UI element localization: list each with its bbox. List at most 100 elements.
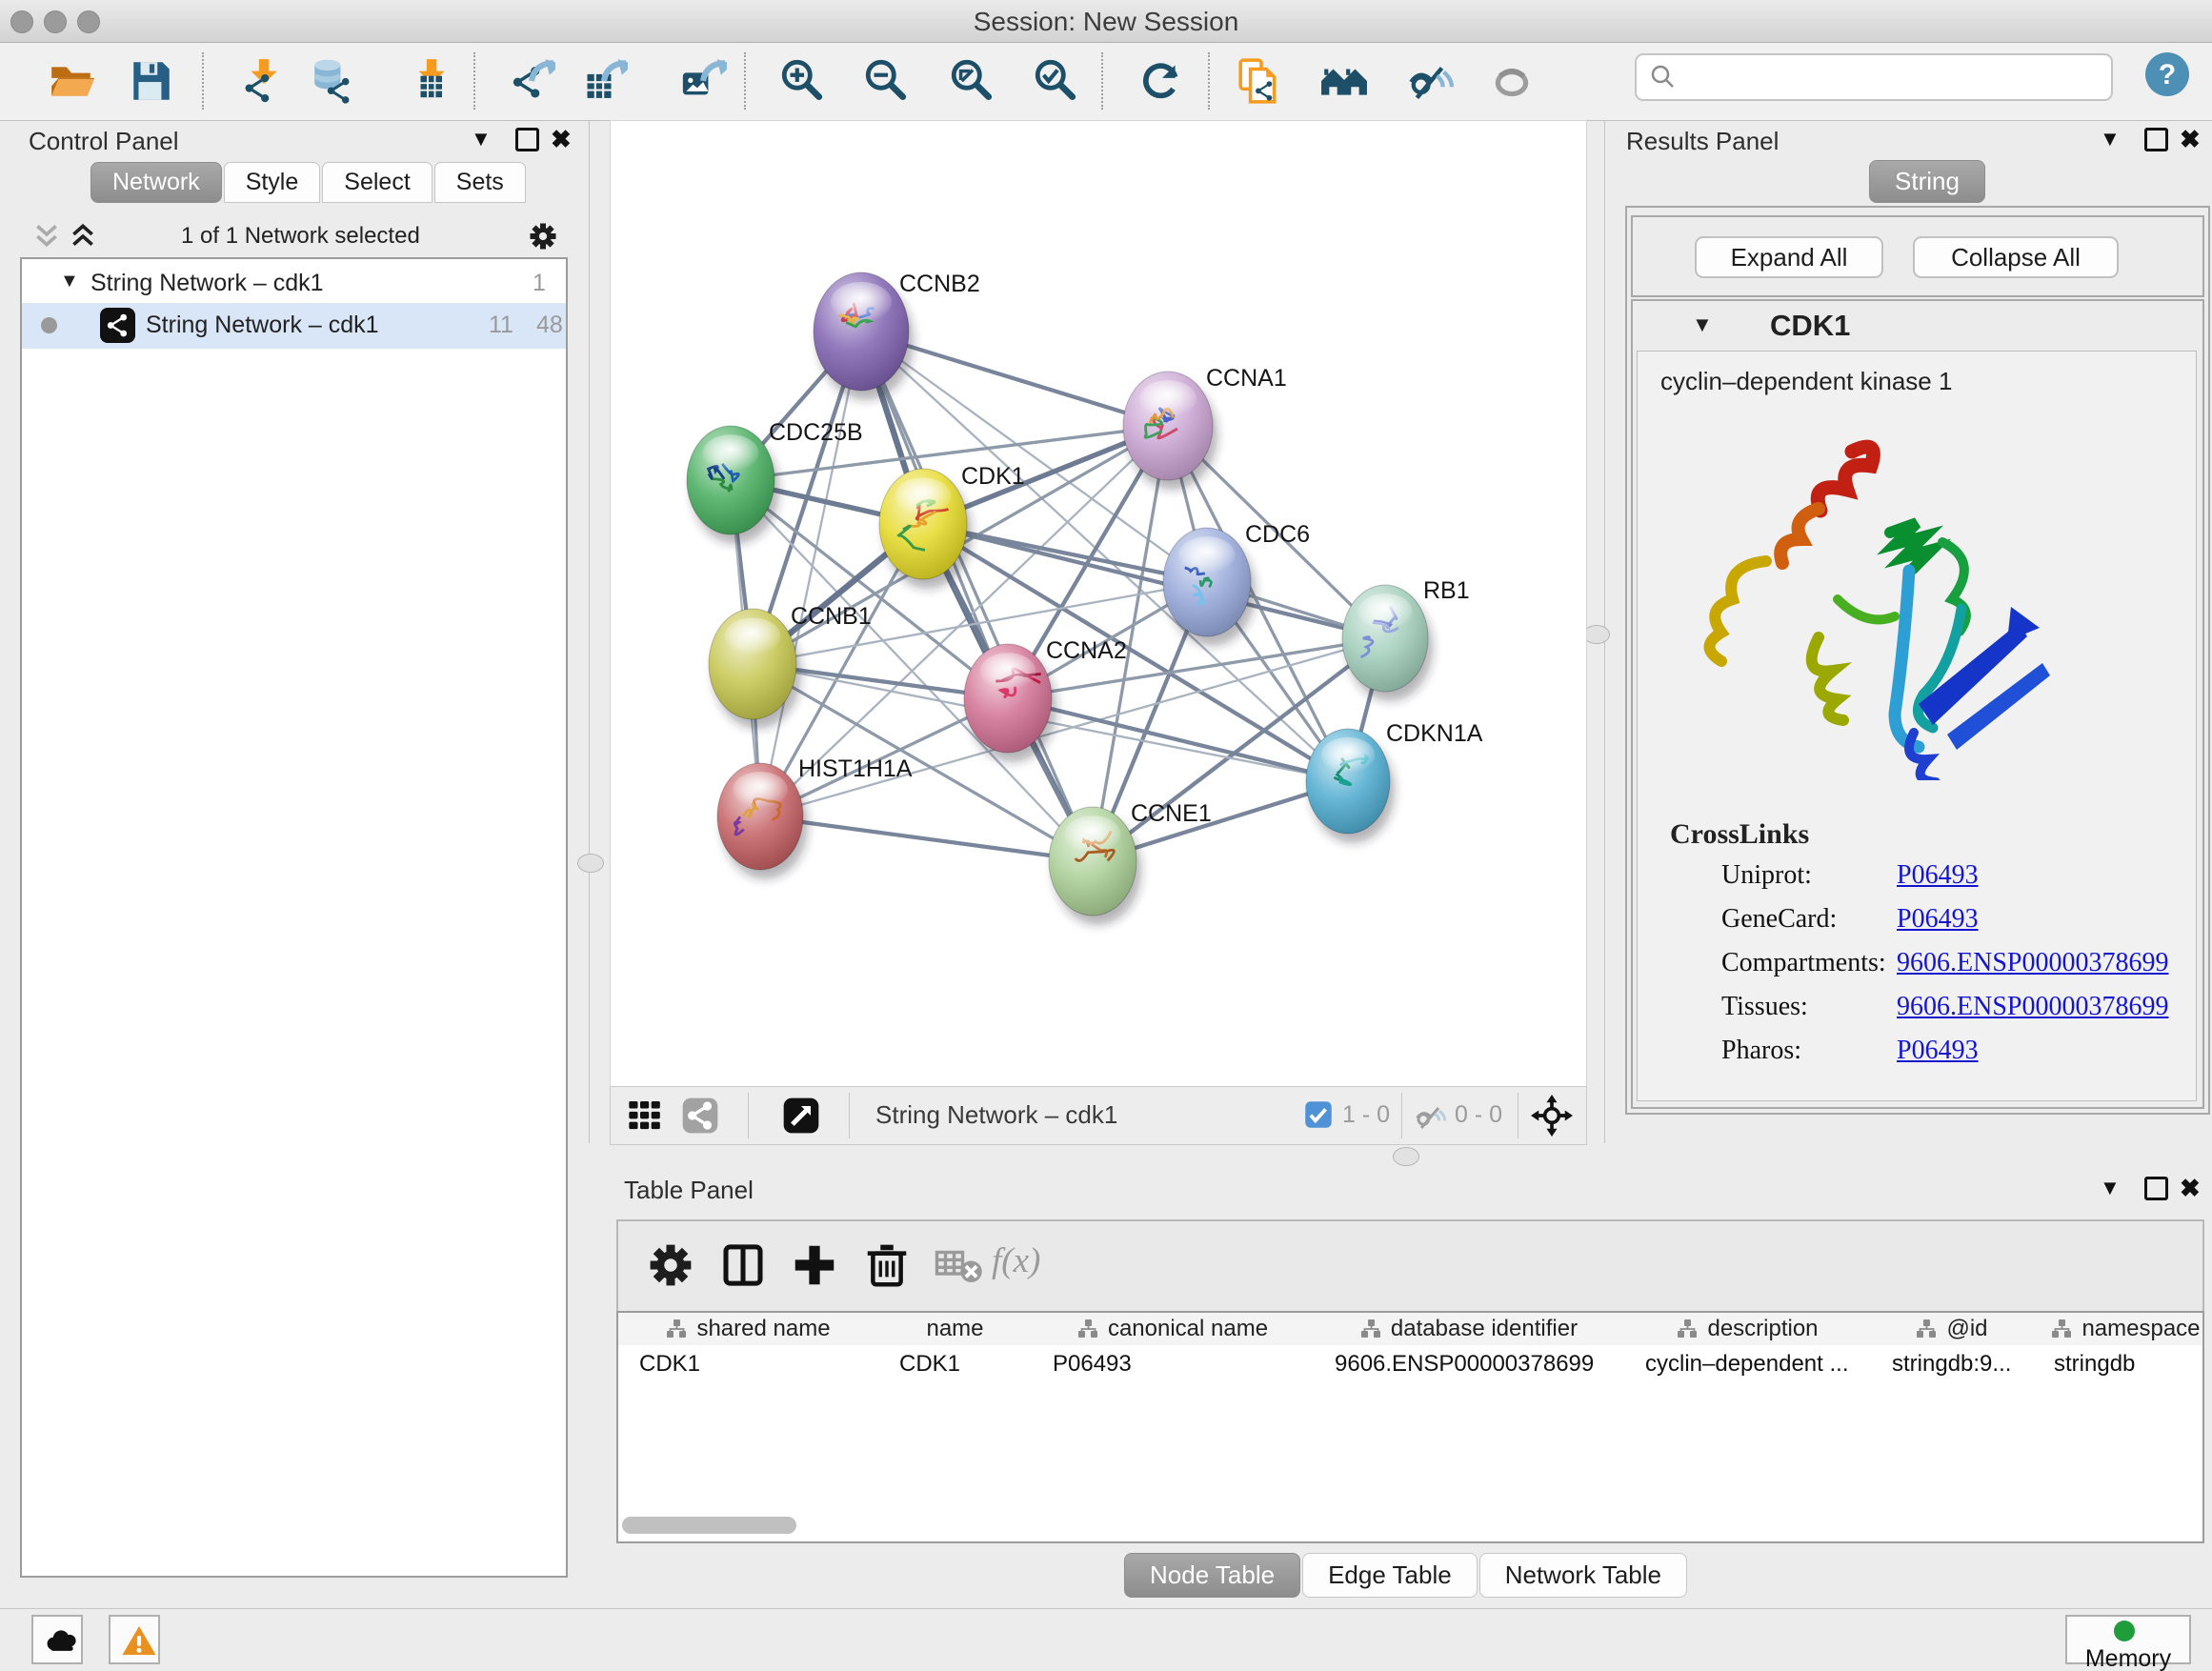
results-panel-menu-icon[interactable]: ▼ (2100, 127, 2121, 151)
expand-all-button[interactable]: Expand All (1695, 236, 1883, 278)
export-table-button[interactable] (578, 55, 630, 107)
node-CCNA2[interactable]: CCNA2 (964, 637, 1127, 762)
help-button[interactable]: ? (2145, 52, 2189, 96)
zoom-selected-button[interactable] (1030, 55, 1081, 107)
node-CDC6[interactable]: CDC6 (1163, 521, 1310, 646)
refresh-button[interactable] (1136, 55, 1187, 107)
copy-document-button[interactable] (1235, 55, 1286, 107)
hidden-eye-slash-icon[interactable] (1413, 1099, 1447, 1138)
node-CCNB1[interactable]: CCNB1 (709, 603, 872, 729)
add-column-icon[interactable] (783, 1238, 838, 1294)
crosslink-value-link[interactable]: P06493 (1897, 904, 1979, 935)
save-session-button[interactable] (126, 55, 177, 107)
node-CDK1[interactable]: CDK1 (879, 463, 1025, 589)
left-splitter-handle[interactable] (577, 854, 604, 873)
tab-string[interactable]: String (1869, 160, 1985, 203)
collapse-all-groups-icon[interactable] (32, 221, 61, 254)
table-panel-menu-icon[interactable]: ▼ (2100, 1176, 2121, 1200)
table-cell[interactable]: 9606.ENSP00000378699 (1314, 1345, 1624, 1383)
zoom-fit-button[interactable] (946, 55, 997, 107)
open-session-button[interactable] (46, 55, 97, 107)
function-builder-icon[interactable]: f(x) (992, 1240, 1040, 1281)
network-options-gear-icon[interactable] (526, 219, 560, 258)
right-splitter-handle[interactable] (1583, 625, 1610, 644)
share-view-icon[interactable] (681, 1097, 719, 1139)
column-header-canonical-name[interactable]: canonical name (1032, 1313, 1315, 1345)
entry-collapse-icon[interactable]: ▼ (1692, 312, 1713, 337)
show-columns-icon[interactable] (712, 1238, 767, 1294)
delete-column-trash-icon[interactable] (855, 1238, 911, 1294)
crosslink-value-link[interactable]: 9606.ENSP00000378699 (1897, 992, 2168, 1022)
tab-network[interactable]: Network (90, 162, 222, 203)
warning-button[interactable] (109, 1615, 160, 1664)
memory-button[interactable]: Memory (2065, 1615, 2191, 1664)
column-header-@id[interactable]: @id (1871, 1313, 2034, 1345)
node-CCNE1[interactable]: CCNE1 (1049, 800, 1212, 925)
node-CCNB2[interactable]: CCNB2 (814, 271, 980, 400)
table-settings-gear-icon[interactable] (639, 1238, 694, 1294)
import-table-button[interactable] (404, 55, 455, 107)
edge-CCNB2-HIST1H1A[interactable] (760, 332, 861, 816)
control-panel-close-icon[interactable]: ✖ (551, 125, 572, 154)
edge-HIST1H1A-CCNE1[interactable] (760, 816, 1093, 861)
network-canvas[interactable]: CCNB2CCNA1CDC25BCDK1CDC6RB1CCNB1CCNA2CDK… (610, 120, 1587, 1088)
node-table[interactable]: shared namenamecanonical namedatabase id… (616, 1311, 2204, 1543)
table-panel-close-icon[interactable]: ✖ (2180, 1174, 2201, 1203)
crosslink-value-link[interactable]: 9606.ENSP00000378699 (1897, 948, 2168, 978)
column-header-database-identifier[interactable]: database identifier (1314, 1313, 1625, 1345)
string-home-button[interactable] (1318, 55, 1370, 107)
control-panel-float-icon[interactable] (515, 128, 539, 151)
column-header-shared-name[interactable]: shared name (618, 1313, 879, 1345)
table-cell[interactable]: CDK1 (618, 1345, 878, 1383)
delete-table-icon[interactable] (927, 1238, 982, 1294)
string-network-graph[interactable]: CCNB2CCNA1CDC25BCDK1CDC6RB1CCNB1CCNA2CDK… (611, 121, 1586, 1087)
column-header-name[interactable]: name (878, 1313, 1033, 1345)
tab-edge-table[interactable]: Edge Table (1302, 1553, 1478, 1598)
node-RB1[interactable]: RB1 (1342, 577, 1470, 701)
zoom-out-button[interactable] (860, 55, 912, 107)
tab-sets[interactable]: Sets (434, 162, 526, 203)
show-panel-button[interactable] (1486, 55, 1538, 107)
results-panel-float-icon[interactable] (2144, 128, 2168, 151)
table-cell[interactable]: P06493 (1032, 1345, 1314, 1383)
table-cell[interactable]: cyclin–dependent ... (1624, 1345, 1871, 1383)
crosslink-value-link[interactable]: P06493 (1897, 860, 1979, 891)
control-panel-menu-icon[interactable]: ▼ (471, 127, 492, 151)
hide-panel-button[interactable] (1404, 55, 1456, 107)
fit-crosshair-icon[interactable] (1531, 1095, 1573, 1141)
tab-network-table[interactable]: Network Table (1479, 1553, 1687, 1598)
node-HIST1H1A[interactable]: HIST1H1A (717, 755, 913, 879)
birdseye-view-icon[interactable] (782, 1097, 820, 1139)
export-image-button[interactable] (677, 55, 729, 107)
network-group-row[interactable]: ▼ String Network – cdk1 1 (22, 265, 566, 303)
export-network-button[interactable] (506, 55, 557, 107)
collapse-all-button[interactable]: Collapse All (1913, 236, 2119, 278)
grid-view-icon[interactable] (626, 1097, 664, 1139)
tab-node-table[interactable]: Node Table (1124, 1553, 1300, 1598)
table-cell[interactable]: stringdb (2033, 1345, 2204, 1383)
crosslink-value-link[interactable]: P06493 (1897, 1036, 1979, 1066)
network-row[interactable]: String Network – cdk1 11 48 (22, 303, 566, 349)
selected-checkbox-icon[interactable] (1304, 1100, 1333, 1134)
table-horizontal-scrollbar[interactable] (622, 1517, 796, 1534)
node-CCNA1[interactable]: CCNA1 (1123, 365, 1287, 490)
search-input[interactable] (1686, 59, 2100, 93)
left-splitter[interactable] (589, 120, 590, 1143)
table-cell[interactable]: CDK1 (878, 1345, 1032, 1383)
cloud-button[interactable] (31, 1615, 83, 1664)
import-database-button[interactable] (307, 55, 358, 107)
table-panel-float-icon[interactable] (2144, 1177, 2168, 1200)
group-collapse-icon[interactable]: ▼ (60, 271, 79, 292)
zoom-in-button[interactable] (776, 55, 828, 107)
expand-all-groups-icon[interactable] (69, 221, 97, 254)
node-CDKN1A[interactable]: CDKN1A (1306, 720, 1483, 843)
bottom-splitter-handle[interactable] (1393, 1147, 1419, 1166)
tab-style[interactable]: Style (224, 162, 321, 203)
search-box[interactable] (1635, 53, 2113, 101)
import-network-button[interactable] (236, 55, 288, 107)
results-panel-close-icon[interactable]: ✖ (2180, 125, 2201, 154)
column-header-namespace[interactable]: namespace (2033, 1313, 2204, 1345)
table-cell[interactable]: stringdb:9... (1871, 1345, 2033, 1383)
column-header-description[interactable]: description (1624, 1313, 1872, 1345)
tab-select[interactable]: Select (322, 162, 432, 203)
